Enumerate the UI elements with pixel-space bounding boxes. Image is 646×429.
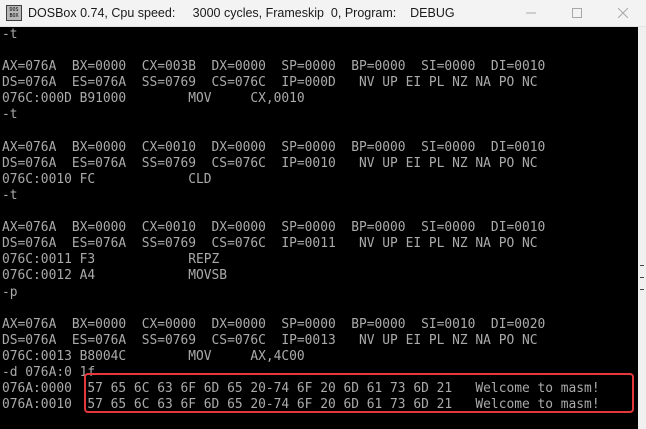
edge-tick — [640, 277, 644, 278]
terminal-line: AX=076A BX=0000 CX=0000 DX=0000 SP=0000 … — [2, 316, 546, 332]
terminal-line: DS=076A ES=076A SS=0769 CS=076C IP=000D … — [2, 75, 538, 91]
terminal-line: 076C:0012 A4 MOVSB — [2, 268, 228, 284]
edge-tick — [640, 265, 644, 266]
terminal-line: DS=076A ES=076A SS=0769 CS=076C IP=0010 … — [2, 155, 538, 171]
terminal-line: AX=076A BX=0000 CX=003B DX=0000 SP=0000 … — [2, 59, 546, 75]
terminal-line: -p — [2, 284, 18, 300]
minimize-icon — [526, 12, 536, 14]
terminal-line: 076C:0013 B8004C MOV AX,4C00 — [2, 348, 305, 364]
terminal-line: AX=076A BX=0000 CX=0010 DX=0000 SP=0000 … — [2, 139, 546, 155]
window-right-edge — [638, 27, 646, 429]
close-button[interactable] — [600, 0, 646, 26]
maximize-button[interactable] — [554, 0, 600, 26]
maximize-icon — [572, 8, 582, 18]
window-title: DOSBox 0.74, Cpu speed: 3000 cycles, Fra… — [28, 6, 455, 20]
terminal-line: -d 076A:0 1f — [2, 364, 96, 380]
terminal-line: -t — [2, 107, 18, 123]
close-icon — [618, 8, 628, 18]
title-bar[interactable]: DOS BOX DOSBox 0.74, Cpu speed: 3000 cyc… — [0, 0, 646, 27]
terminal-line: 076C:000D B91000 MOV CX,0010 — [2, 91, 305, 107]
minimize-button[interactable] — [508, 0, 554, 26]
caption-buttons — [508, 0, 646, 26]
terminal-line: -t — [2, 27, 18, 42]
terminal-line: -t — [2, 187, 18, 203]
edge-tick — [640, 289, 644, 290]
terminal-line: DS=076A ES=076A SS=0769 CS=076C IP=0011 … — [2, 236, 538, 252]
dosbox-window: DOS BOX DOSBox 0.74, Cpu speed: 3000 cyc… — [0, 0, 646, 429]
dosbox-app-icon[interactable]: DOS BOX — [6, 5, 22, 21]
terminal-line: 076C:0010 FC CLD — [2, 171, 212, 187]
terminal-line: 076C:0011 F3 REPZ — [2, 252, 220, 268]
terminal-line: DS=076A ES=076A SS=0769 CS=076C IP=0013 … — [2, 332, 538, 348]
terminal-line: 076A:0000 57 65 6C 63 6F 6D 65 20-74 6F … — [2, 381, 600, 397]
dos-terminal-screen[interactable]: -t AX=076A BX=0000 CX=003B DX=0000 SP=000… — [0, 27, 638, 425]
terminal-line: 076A:0010 57 65 6C 63 6F 6D 65 20-74 6F … — [2, 397, 600, 413]
terminal-line: AX=076A BX=0000 CX=0010 DX=0000 SP=0000 … — [2, 220, 546, 236]
